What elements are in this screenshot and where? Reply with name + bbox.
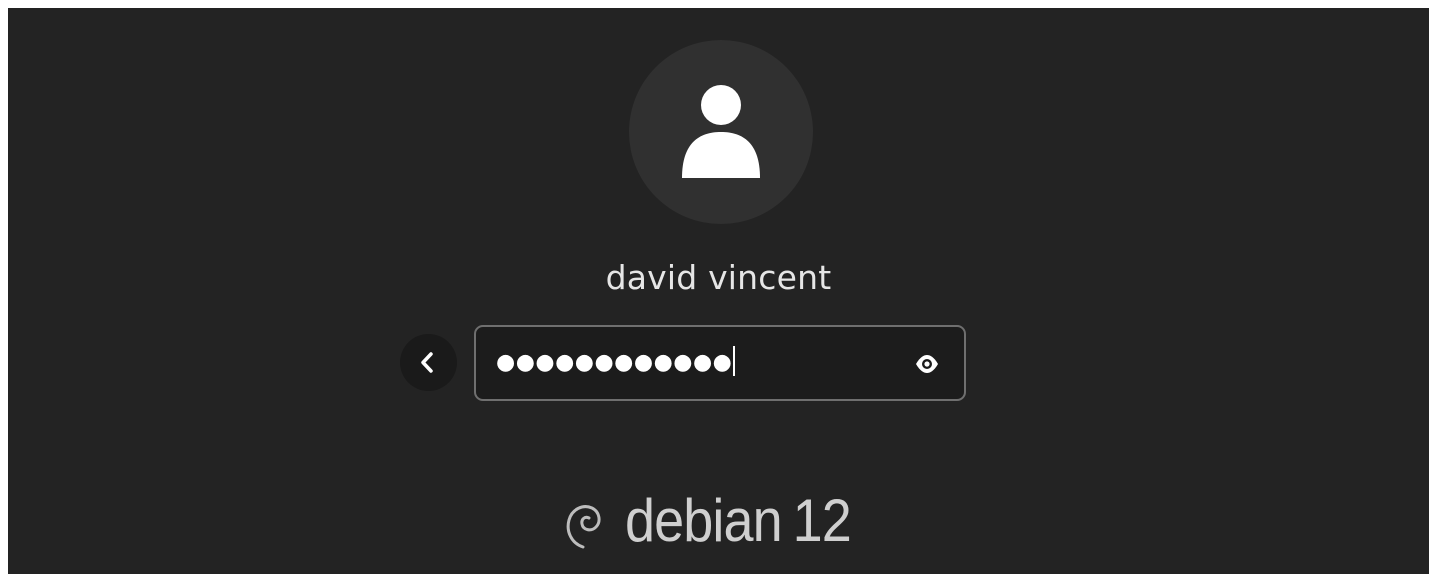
login-screen: david vincent ●●●●●●●●●●●● debian 12 xyxy=(8,8,1429,574)
text-caret xyxy=(733,346,736,376)
distro-name: debian 12 xyxy=(625,486,852,555)
user-silhouette-icon xyxy=(682,85,760,178)
password-mask: ●●●●●●●●●●●● xyxy=(496,350,733,375)
back-button[interactable] xyxy=(400,334,457,391)
debian-swirl-icon xyxy=(566,504,601,548)
password-value: ●●●●●●●●●●●● xyxy=(496,327,736,399)
eye-icon xyxy=(916,355,938,373)
user-avatar xyxy=(629,40,813,224)
distro-version: 12 xyxy=(792,487,852,554)
distro-branding: debian 12 xyxy=(8,486,1429,566)
username-label: david vincent xyxy=(605,258,832,297)
password-field[interactable]: ●●●●●●●●●●●● xyxy=(474,325,966,401)
show-password-button[interactable] xyxy=(912,351,942,377)
chevron-left-icon xyxy=(421,352,433,373)
distro-name-text: debian xyxy=(625,487,783,554)
